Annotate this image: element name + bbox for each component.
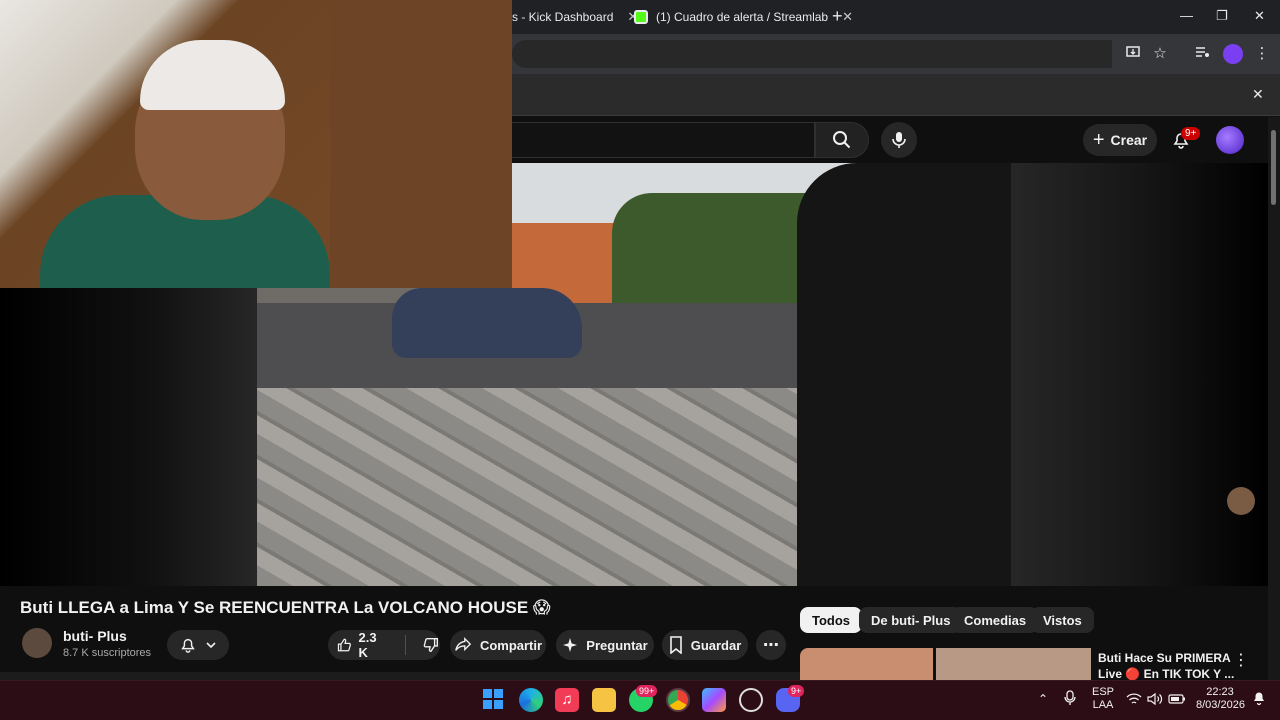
recommendation-thumbnail-second[interactable] bbox=[936, 648, 1091, 680]
tab-label: (1) Cuadro de alerta / Streamlab bbox=[656, 10, 829, 24]
search-icon bbox=[833, 131, 851, 149]
tab-streamlabs-alert[interactable]: (1) Cuadro de alerta / Streamlab ✕ bbox=[634, 4, 853, 30]
tab-close-icon[interactable]: ✕ bbox=[842, 9, 853, 25]
discord-badge: 9+ bbox=[788, 685, 805, 697]
clock-time: 22:23 bbox=[1206, 686, 1234, 698]
subscription-bell-button[interactable] bbox=[167, 630, 229, 660]
video-title: Buti LLEGA a Lima Y Se REENCUENTRA La VO… bbox=[20, 598, 551, 617]
chip-comedias[interactable]: Comedias bbox=[952, 607, 1039, 633]
scrollbar-thumb[interactable] bbox=[1271, 130, 1276, 205]
recommendation-title-line1: Buti Hace Su PRIMERA bbox=[1098, 651, 1231, 665]
share-icon bbox=[455, 637, 472, 652]
media-controls-icon[interactable] bbox=[1192, 44, 1212, 64]
browser-menu-icon[interactable]: ⋮ bbox=[1252, 44, 1272, 64]
volume-icon[interactable] bbox=[1147, 692, 1163, 711]
like-dislike-group: 2.3 K bbox=[328, 630, 440, 660]
search-input[interactable] bbox=[512, 122, 815, 158]
profile-avatar[interactable] bbox=[1223, 44, 1243, 64]
clock[interactable]: 22:23 8/03/2026 bbox=[1196, 686, 1245, 712]
language-layout: LAA bbox=[1092, 699, 1114, 711]
recommendation-title[interactable]: Buti Hace Su PRIMERA Live 🔴 En TIK TOK Y… bbox=[1098, 650, 1238, 682]
install-app-icon[interactable] bbox=[1123, 44, 1143, 64]
chip-vistos[interactable]: Vistos bbox=[1031, 607, 1094, 633]
obs-studio-icon[interactable] bbox=[739, 688, 763, 712]
video-scene-person bbox=[797, 163, 1011, 586]
edge-browser-icon[interactable] bbox=[519, 688, 543, 712]
maximize-button[interactable]: ❐ bbox=[1216, 8, 1228, 24]
chip-de-buti-plus[interactable]: De buti- Plus bbox=[859, 607, 963, 633]
minimize-button[interactable]: — bbox=[1180, 8, 1193, 23]
channel-name[interactable]: buti- Plus bbox=[63, 628, 127, 644]
webcam-overlay bbox=[0, 0, 512, 288]
like-button[interactable]: 2.3 K bbox=[336, 630, 387, 660]
recommendation-menu-icon[interactable]: ⋮ bbox=[1233, 650, 1249, 670]
kick-favicon-icon bbox=[634, 10, 648, 24]
voice-search-button[interactable] bbox=[881, 122, 917, 158]
language-code: ESP bbox=[1092, 686, 1115, 698]
like-count: 2.3 K bbox=[358, 630, 377, 660]
chevron-down-icon bbox=[206, 642, 216, 649]
close-window-button[interactable]: ✕ bbox=[1254, 8, 1265, 24]
ask-label: Preguntar bbox=[586, 637, 648, 653]
create-label: Crear bbox=[1110, 132, 1148, 148]
music-app-icon[interactable]: ♫ bbox=[555, 688, 579, 712]
channel-avatar[interactable] bbox=[22, 628, 52, 658]
description-box-edge bbox=[0, 672, 800, 680]
bell-icon bbox=[181, 638, 195, 653]
bookmark-star-icon[interactable]: ☆ bbox=[1150, 44, 1170, 64]
plus-icon: + bbox=[1092, 128, 1105, 151]
thumbs-up-icon bbox=[337, 638, 351, 652]
notifications-badge: 9+ bbox=[1181, 127, 1201, 140]
video-scene-car bbox=[392, 288, 582, 358]
like-divider bbox=[405, 635, 406, 655]
start-windows-icon[interactable] bbox=[482, 688, 506, 712]
more-actions-button[interactable]: ⋯ bbox=[756, 630, 786, 660]
chrome-browser-icon[interactable] bbox=[666, 688, 690, 712]
share-label: Compartir bbox=[479, 637, 543, 653]
channel-watermark-avatar[interactable] bbox=[1227, 487, 1255, 515]
input-language[interactable]: ESP LAA bbox=[1092, 686, 1114, 712]
tray-chevron-up-icon[interactable]: ⌃ bbox=[1038, 692, 1048, 706]
sparkle-icon bbox=[563, 638, 578, 652]
bookmark-icon bbox=[669, 636, 682, 654]
battery-icon[interactable] bbox=[1168, 692, 1186, 710]
channel-subscribers: 8.7 K suscriptores bbox=[63, 647, 152, 659]
microphone-icon bbox=[892, 132, 906, 148]
tab-kick-dashboard[interactable]: s - Kick Dashboard ✕ bbox=[512, 4, 638, 30]
clock-date: 8/03/2026 bbox=[1196, 699, 1245, 711]
thumbs-down-icon bbox=[423, 638, 438, 652]
tray-microphone-icon[interactable] bbox=[1064, 690, 1076, 711]
more-horizontal-icon: ⋯ bbox=[763, 637, 779, 654]
file-explorer-icon[interactable] bbox=[592, 688, 616, 712]
chip-todos[interactable]: Todos bbox=[800, 607, 863, 633]
share-button[interactable]: Compartir bbox=[450, 630, 546, 660]
whatsapp-badge: 99+ bbox=[636, 685, 658, 697]
dislike-button[interactable] bbox=[422, 636, 440, 654]
ask-button[interactable]: Preguntar bbox=[556, 630, 654, 660]
infobar-close-icon[interactable]: ✕ bbox=[1252, 86, 1264, 103]
copilot-icon[interactable] bbox=[702, 688, 726, 712]
account-avatar[interactable] bbox=[1216, 126, 1244, 154]
address-bar[interactable] bbox=[512, 40, 1112, 68]
new-tab-button[interactable]: + bbox=[832, 6, 843, 27]
create-button[interactable]: + Crear bbox=[1083, 124, 1157, 156]
webcam-shelf bbox=[330, 0, 512, 288]
tab-label: s - Kick Dashboard bbox=[512, 10, 614, 24]
webcam-person-cap bbox=[140, 40, 285, 110]
search-button[interactable] bbox=[815, 122, 869, 158]
save-label: Guardar bbox=[690, 637, 742, 653]
save-button[interactable]: Guardar bbox=[662, 630, 748, 660]
wifi-icon[interactable] bbox=[1126, 692, 1142, 711]
notification-center-icon[interactable] bbox=[1252, 690, 1266, 711]
recommendation-thumbnail[interactable] bbox=[800, 648, 933, 680]
